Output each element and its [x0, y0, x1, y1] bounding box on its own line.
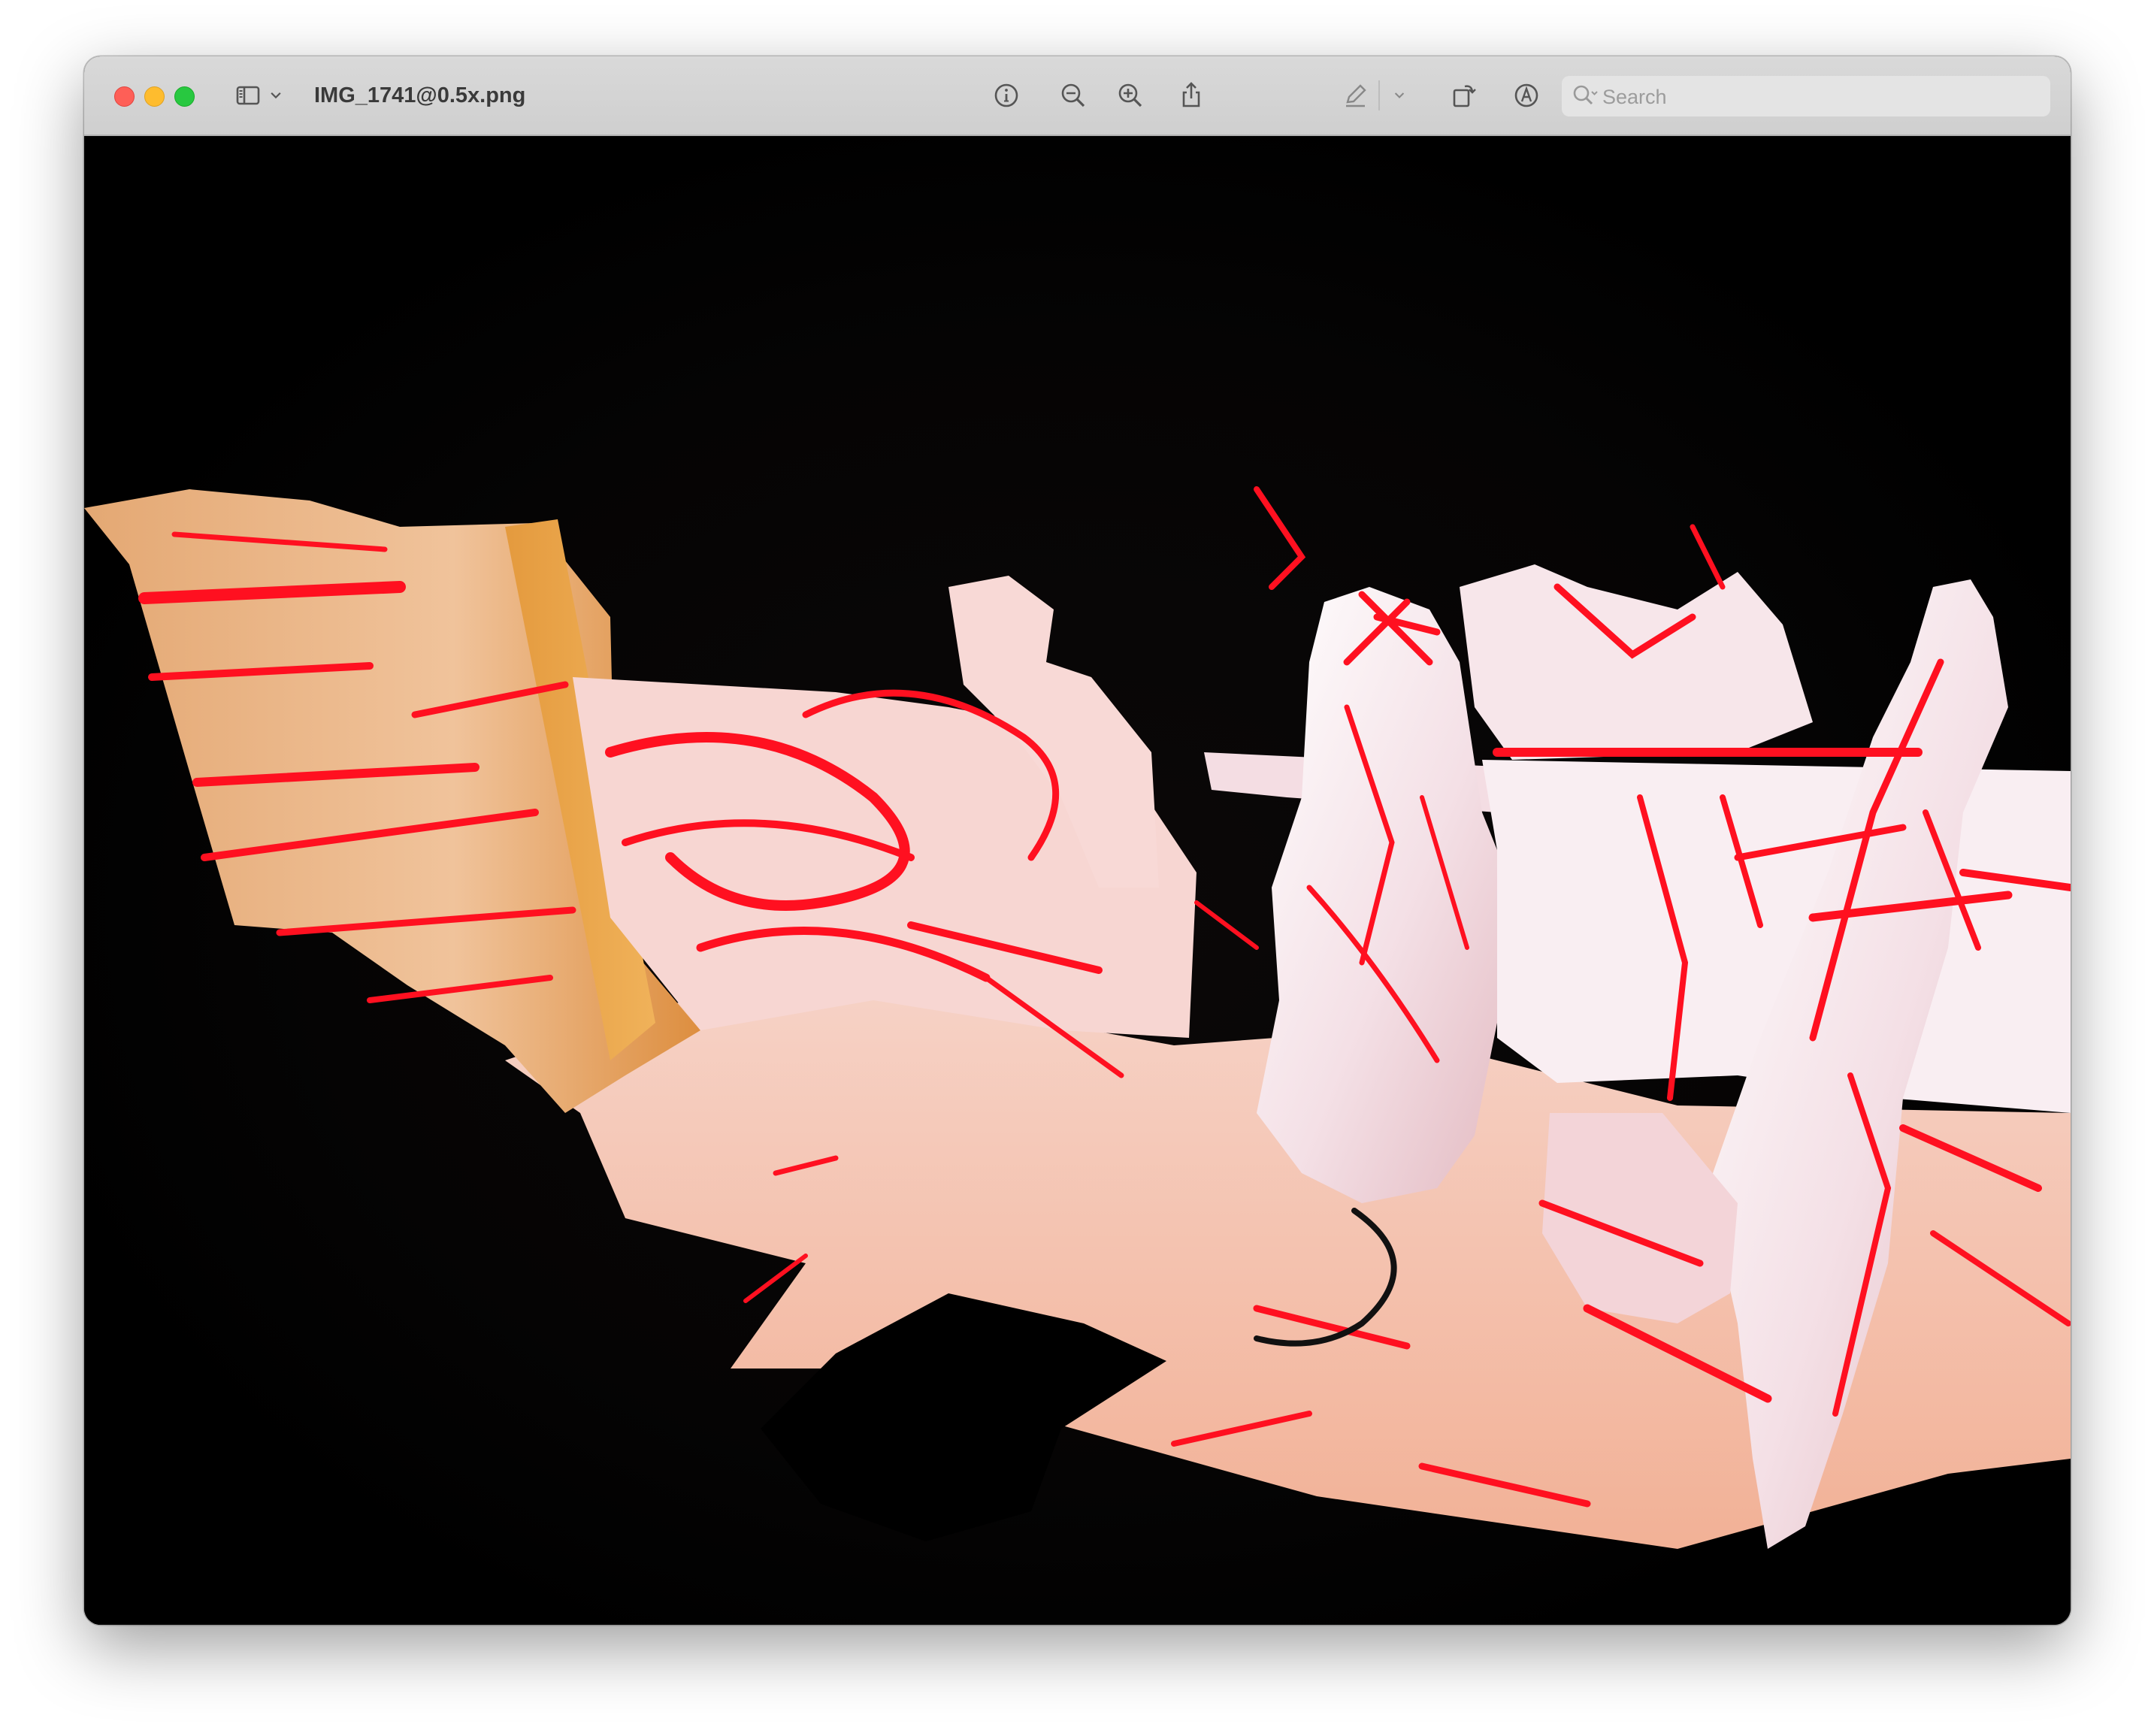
share-icon[interactable]	[1173, 77, 1209, 113]
toolbar-divider	[1378, 80, 1380, 110]
rotate-icon[interactable]	[1446, 77, 1482, 113]
minimize-button[interactable]	[144, 86, 165, 107]
window-title: IMG_1741@0.5x.png	[314, 83, 526, 107]
info-icon[interactable]	[988, 77, 1024, 113]
pen-icon[interactable]	[1337, 77, 1373, 113]
search-icon	[1573, 85, 1598, 105]
preview-window: IMG_1741@0.5x.png	[84, 56, 2071, 1625]
markup-circle-icon[interactable]	[1508, 77, 1544, 113]
chevron-down-icon[interactable]	[1388, 77, 1411, 113]
scene-image	[84, 136, 2071, 1625]
title-bar[interactable]: IMG_1741@0.5x.png	[84, 56, 2071, 136]
search-field[interactable]	[1562, 76, 2050, 118]
zoom-button[interactable]	[174, 86, 195, 107]
sidebar-icon[interactable]	[230, 77, 266, 113]
image-canvas	[84, 136, 2071, 1625]
zoom-out-icon[interactable]	[1055, 77, 1091, 113]
zoom-in-icon[interactable]	[1112, 77, 1148, 113]
close-button[interactable]	[114, 86, 135, 107]
chevron-down-icon[interactable]	[265, 77, 287, 113]
search-input[interactable]	[1601, 76, 2040, 118]
